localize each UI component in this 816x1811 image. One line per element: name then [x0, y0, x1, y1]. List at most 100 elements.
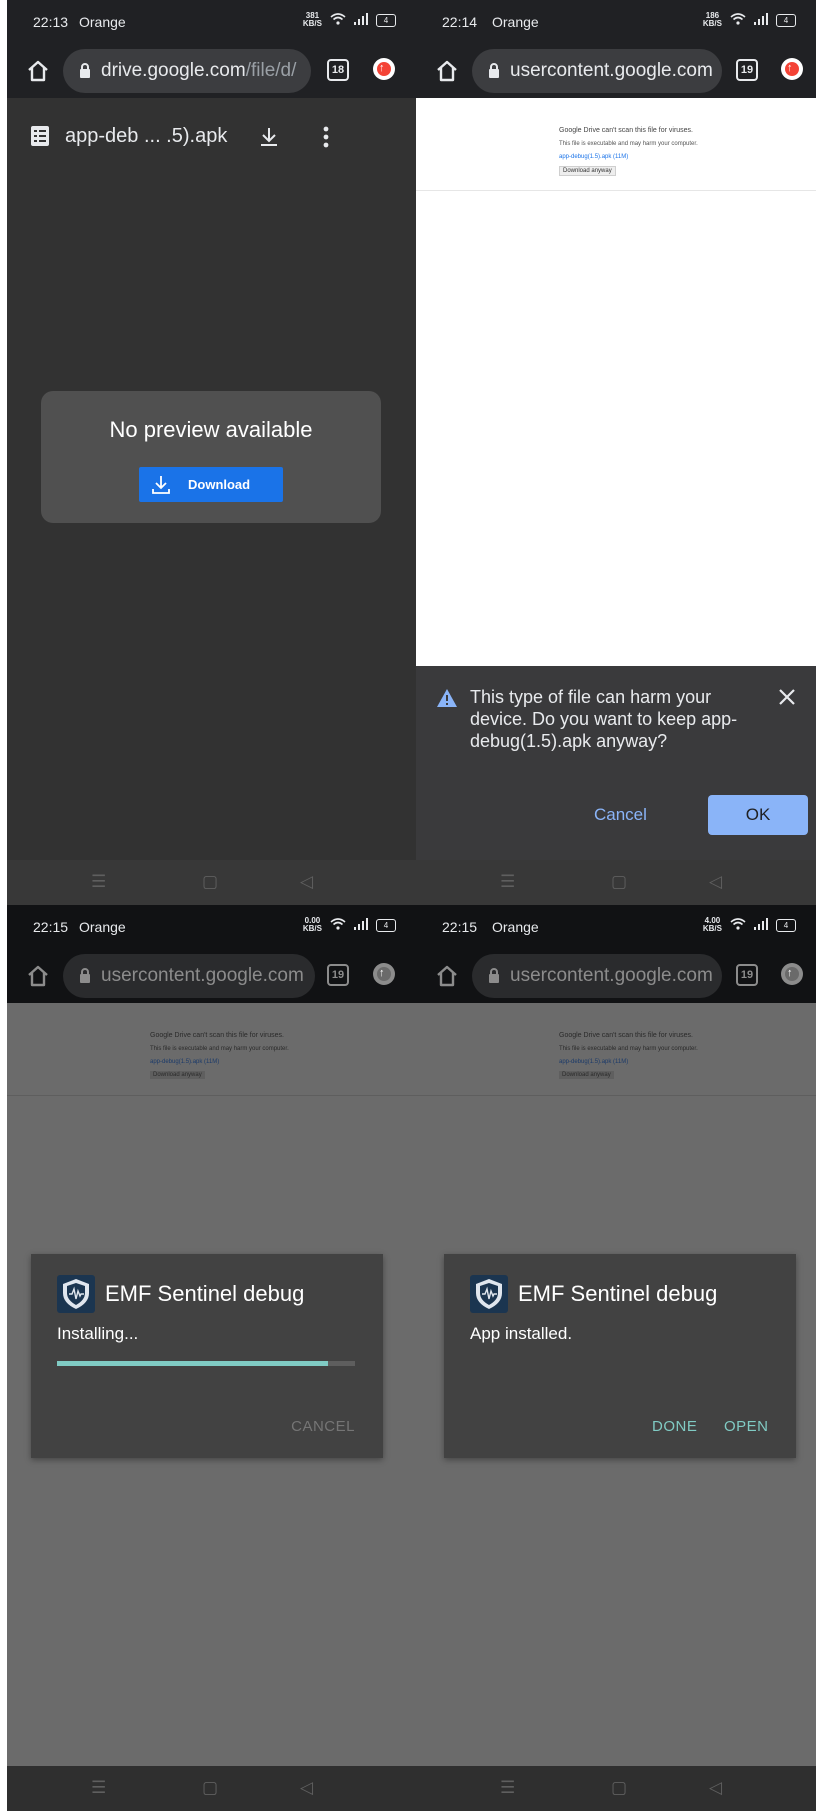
download-icon[interactable] — [258, 126, 280, 148]
screen-installing: 22:15 Orange 0.00 KB/S 4 usercontent.goog… — [7, 905, 416, 1811]
home-button[interactable]: ▢ — [611, 1778, 627, 1798]
address-bar[interactable]: usercontent.google.com — [472, 49, 722, 93]
recent-apps-button[interactable]: ☰ — [500, 1778, 515, 1798]
network-speed: 186 KB/S — [702, 11, 722, 28]
cancel-button[interactable]: Cancel — [594, 805, 647, 825]
status-bar: 22:14 Orange 186 KB/S 4 — [416, 0, 816, 44]
status-time: 22:15 — [442, 919, 478, 935]
back-button[interactable]: ◁ — [300, 1778, 313, 1798]
battery-icon: 4 — [376, 13, 396, 27]
download-anyway-button: Download anyway — [559, 1071, 614, 1079]
app-name: EMF Sentinel debug — [105, 1281, 305, 1306]
file-link[interactable]: app-debug(1.5).apk (11M) — [559, 154, 628, 160]
home-button[interactable]: ▢ — [202, 1778, 218, 1798]
ok-button[interactable]: OK — [708, 795, 808, 835]
url-text: usercontent.google.com — [510, 965, 713, 986]
status-bar: 22:13 Orange 381 KB/S 4 — [7, 0, 416, 44]
status-carrier: Orange — [492, 14, 539, 30]
address-bar[interactable]: usercontent.google.com — [472, 954, 722, 998]
status-time: 22:15 — [33, 919, 69, 935]
warning-message: This type of file can harm your device. … — [470, 687, 738, 751]
app-name: EMF Sentinel debug — [518, 1281, 718, 1306]
tab-switcher-button[interactable]: 19 — [736, 964, 758, 986]
tab-switcher-button[interactable]: 18 — [327, 59, 349, 81]
update-icon[interactable]: ↑ — [781, 58, 803, 80]
home-icon[interactable] — [434, 963, 460, 989]
status-carrier: Orange — [492, 919, 539, 935]
lock-icon — [80, 63, 90, 78]
system-nav-bar: ☰ ▢ ◁ — [416, 1766, 816, 1811]
recent-apps-button[interactable]: ☰ — [91, 1778, 106, 1798]
network-speed: 4.00 KB/S — [702, 916, 722, 933]
recent-apps-button[interactable]: ☰ — [500, 872, 515, 892]
system-nav-bar: ☰ ▢ ◁ — [7, 1766, 416, 1811]
home-icon[interactable] — [434, 58, 460, 84]
url-text: drive.google.com/file/d/ — [101, 60, 297, 81]
address-bar[interactable]: usercontent.google.com — [63, 954, 315, 998]
close-icon[interactable] — [778, 688, 796, 706]
virus-scan-heading: Google Drive can't scan this file for vi… — [559, 127, 694, 134]
virus-scan-heading: Google Drive can't scan this file for vi… — [150, 1032, 285, 1039]
status-icons: 0.00 KB/S 4 — [303, 917, 396, 933]
file-link: app-debug(1.5).apk (11M) — [150, 1059, 220, 1065]
virus-scan-note: This file is executable and may harm you… — [150, 1046, 289, 1052]
status-carrier: Orange — [79, 14, 126, 30]
virus-scan-note: This file is executable and may harm you… — [559, 1046, 698, 1052]
update-icon[interactable]: ↑ — [781, 963, 803, 985]
address-bar[interactable]: drive.google.com/file/d/ — [63, 49, 311, 93]
status-bar: 22:15 Orange 0.00 KB/S 4 — [7, 905, 416, 949]
more-options-icon[interactable] — [323, 126, 329, 148]
home-icon[interactable] — [25, 58, 51, 84]
app-shield-icon — [470, 1275, 508, 1313]
virus-scan-heading: Google Drive can't scan this file for vi… — [559, 1032, 694, 1039]
status-carrier: Orange — [79, 919, 126, 935]
screen-installed: 22:15 Orange 4.00 KB/S 4 usercontent.goog… — [416, 905, 816, 1811]
install-status: App installed. — [470, 1324, 573, 1343]
home-button[interactable]: ▢ — [611, 872, 627, 892]
install-progress-fill — [57, 1361, 329, 1366]
download-icon — [152, 476, 170, 494]
lock-icon — [80, 968, 90, 983]
back-button[interactable]: ◁ — [709, 1778, 722, 1798]
virus-scan-page: Google Drive can't scan this file for vi… — [416, 98, 816, 191]
lock-icon — [489, 63, 499, 78]
wifi-icon — [330, 917, 346, 933]
open-button[interactable]: OPEN — [724, 1418, 769, 1435]
warning-icon — [437, 689, 457, 707]
update-icon[interactable]: ↑ — [373, 963, 395, 985]
network-speed: 0.00 KB/S — [302, 916, 322, 933]
signal-icon — [354, 12, 368, 28]
system-nav-bar: ☰ ▢ ◁ — [416, 860, 816, 905]
virus-scan-page: Google Drive can't scan this file for vi… — [416, 1003, 816, 1096]
url-text: usercontent.google.com — [101, 965, 304, 986]
system-nav-bar: ☰ ▢ ◁ — [7, 860, 416, 905]
home-button[interactable]: ▢ — [202, 872, 218, 892]
no-preview-card: No preview available Download — [41, 391, 381, 523]
screen-download-warning: 22:14 Orange 186 KB/S 4 usercontent.googl… — [416, 0, 816, 905]
browser-toolbar: drive.google.com/file/d/ 18 ↑ — [7, 44, 416, 98]
network-speed: 381 KB/S — [302, 11, 322, 28]
home-icon[interactable] — [25, 963, 51, 989]
url-text: usercontent.google.com — [510, 60, 713, 81]
lock-icon — [489, 968, 499, 983]
back-button[interactable]: ◁ — [300, 872, 313, 892]
recent-apps-button[interactable]: ☰ — [91, 872, 106, 892]
browser-toolbar: usercontent.google.com 19 ↑ — [416, 949, 816, 1003]
download-anyway-button: Download anyway — [150, 1071, 205, 1079]
signal-icon — [754, 12, 768, 28]
file-header: app-deb ... .5).apk — [7, 98, 416, 174]
done-button[interactable]: DONE — [652, 1418, 697, 1435]
install-status: Installing... — [57, 1324, 139, 1343]
back-button[interactable]: ◁ — [709, 872, 722, 892]
download-button[interactable]: Download — [139, 467, 283, 502]
update-icon[interactable]: ↑ — [373, 58, 395, 80]
download-label: Download — [188, 477, 251, 492]
tab-switcher-button[interactable]: 19 — [327, 964, 349, 986]
tab-switcher-button[interactable]: 19 — [736, 59, 758, 81]
install-progress-bar — [57, 1361, 355, 1366]
virus-scan-page: Google Drive can't scan this file for vi… — [7, 1003, 416, 1096]
status-bar: 22:15 Orange 4.00 KB/S 4 — [416, 905, 816, 949]
cancel-button[interactable]: CANCEL — [291, 1418, 355, 1435]
download-warning-sheet: This type of file can harm your device. … — [416, 666, 816, 860]
download-anyway-button[interactable]: Download anyway — [559, 166, 616, 176]
